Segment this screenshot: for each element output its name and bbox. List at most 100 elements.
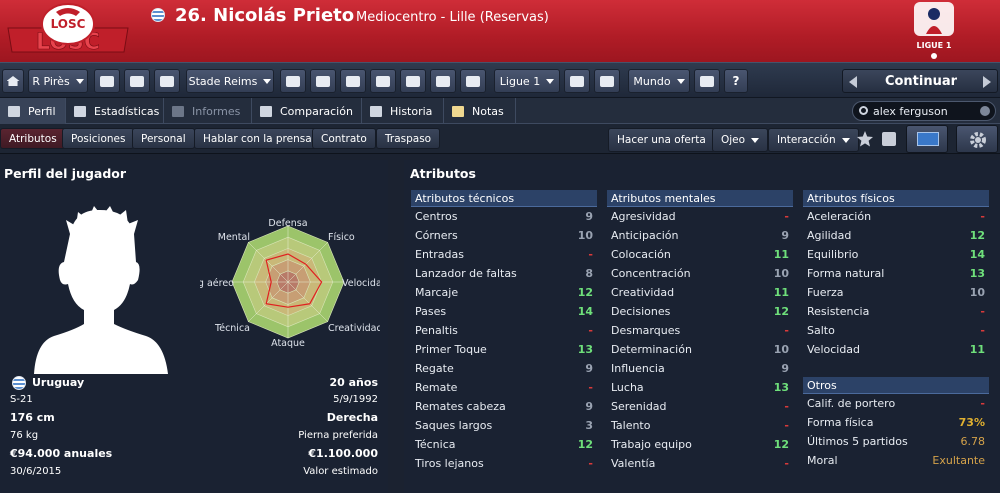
- technical-attribute-row[interactable]: Entradas -: [411, 245, 597, 264]
- technical-attribute-row[interactable]: Córners 10: [411, 226, 597, 245]
- tab-informes[interactable]: Informes: [164, 98, 252, 124]
- mental-attribute-row[interactable]: Desmarques -: [607, 321, 793, 340]
- physical-attribute-row[interactable]: Fuerza 10: [803, 283, 989, 302]
- subnav-contrato[interactable]: Contrato: [312, 128, 376, 149]
- technical-attribute-row[interactable]: Remate -: [411, 378, 597, 397]
- transfers-button[interactable]: [430, 69, 456, 93]
- attribute-label: Últimos 5 partidos: [807, 435, 908, 448]
- tab-notas[interactable]: Notas: [444, 98, 516, 124]
- technical-header: Atributos técnicos: [411, 190, 597, 207]
- physical-attribute-row[interactable]: Equilibrio 14: [803, 245, 989, 264]
- physical-attribute-row[interactable]: Aceleración -: [803, 207, 989, 226]
- squad-button[interactable]: [280, 69, 306, 93]
- scouting-button[interactable]: [400, 69, 426, 93]
- mental-attribute-row[interactable]: Colocación 11: [607, 245, 793, 264]
- league-dropdown[interactable]: Ligue 1: [494, 69, 560, 93]
- other-attribute-row[interactable]: Calif. de portero -: [803, 394, 989, 413]
- trophy-button[interactable]: [594, 69, 620, 93]
- subnav-atributos[interactable]: Atributos: [0, 128, 66, 149]
- tactics-button[interactable]: [310, 69, 336, 93]
- forward-arrow-icon[interactable]: [983, 76, 991, 88]
- attribute-label: Salto: [807, 324, 835, 337]
- back-arrow-icon[interactable]: [849, 76, 857, 88]
- tab-comparacion[interactable]: Comparación: [252, 98, 362, 124]
- shortlist-icon[interactable]: [882, 132, 896, 146]
- attribute-radar-chart: Defensa Físico Velocidad Creatividad Ata…: [200, 218, 380, 349]
- svg-text:LIGUE 1: LIGUE 1: [917, 41, 952, 50]
- other-attribute-row[interactable]: Forma física 73%: [803, 413, 989, 432]
- make-offer-button[interactable]: Hacer una oferta: [608, 128, 715, 152]
- physical-attribute-row[interactable]: Agilidad 12: [803, 226, 989, 245]
- interaction-dropdown[interactable]: Interacción: [768, 128, 859, 152]
- mental-attribute-row[interactable]: Talento -: [607, 416, 793, 435]
- attribute-label: Valentía: [611, 457, 656, 470]
- technical-attribute-row[interactable]: Saques largos 3: [411, 416, 597, 435]
- home-button[interactable]: [2, 69, 24, 93]
- mental-attribute-row[interactable]: Trabajo equipo 12: [607, 435, 793, 454]
- clipboard-icon: [160, 75, 174, 87]
- tab-historia[interactable]: Historia: [362, 98, 444, 124]
- staff-button[interactable]: [124, 69, 150, 93]
- settings-button[interactable]: [956, 125, 998, 153]
- mental-attribute-row[interactable]: Concentración 10: [607, 264, 793, 283]
- physical-attribute-row[interactable]: Salto -: [803, 321, 989, 340]
- mental-attribute-row[interactable]: Influencia 9: [607, 359, 793, 378]
- physical-attribute-row[interactable]: Velocidad 11: [803, 340, 989, 359]
- mental-attribute-row[interactable]: Creatividad 11: [607, 283, 793, 302]
- clear-search-icon[interactable]: [980, 106, 990, 116]
- subnav-prensa[interactable]: Hablar con la prensa: [194, 128, 321, 149]
- attribute-label: Córners: [415, 229, 458, 242]
- mental-attribute-row[interactable]: Agresividad -: [607, 207, 793, 226]
- subnav-posiciones[interactable]: Posiciones: [62, 128, 135, 149]
- view-toggle-button[interactable]: [906, 125, 948, 153]
- technical-attribute-row[interactable]: Pases 14: [411, 302, 597, 321]
- scout-dropdown[interactable]: Ojeo: [712, 128, 769, 152]
- other-attribute-row[interactable]: Últimos 5 partidos 6.78: [803, 432, 989, 451]
- star-icon[interactable]: [856, 130, 874, 148]
- attribute-value: 14: [969, 248, 985, 261]
- tab-perfil[interactable]: Perfil: [0, 98, 66, 124]
- finances-button[interactable]: [460, 69, 486, 93]
- club-dropdown[interactable]: Stade Reims: [186, 69, 274, 93]
- attribute-label: Primer Toque: [415, 343, 487, 356]
- technical-attribute-row[interactable]: Técnica 12: [411, 435, 597, 454]
- mental-attribute-row[interactable]: Serenidad -: [607, 397, 793, 416]
- squad-icon: [286, 75, 300, 87]
- physical-attribute-row[interactable]: Forma natural 13: [803, 264, 989, 283]
- table-button[interactable]: [564, 69, 590, 93]
- schedule-button[interactable]: [370, 69, 396, 93]
- help-button[interactable]: ?: [724, 69, 748, 93]
- technical-attribute-row[interactable]: Centros 9: [411, 207, 597, 226]
- tab-estadisticas[interactable]: Estadísticas: [66, 98, 164, 124]
- search-input[interactable]: [873, 105, 973, 118]
- mental-attribute-row[interactable]: Lucha 13: [607, 378, 793, 397]
- world-dropdown[interactable]: Mundo: [628, 69, 690, 93]
- game-options-button[interactable]: [694, 69, 720, 93]
- mental-attribute-row[interactable]: Anticipación 9: [607, 226, 793, 245]
- continue-button[interactable]: Continuar: [842, 69, 998, 93]
- technical-attribute-row[interactable]: Tiros lejanos -: [411, 454, 597, 473]
- technical-attribute-row[interactable]: Primer Toque 13: [411, 340, 597, 359]
- training-button[interactable]: [340, 69, 366, 93]
- mental-attribute-row[interactable]: Determinación 10: [607, 340, 793, 359]
- mental-attribute-row[interactable]: Decisiones 12: [607, 302, 793, 321]
- ligue1-logo: LIGUE 1: [914, 2, 954, 59]
- subnav-traspaso[interactable]: Traspaso: [376, 128, 441, 149]
- search-box[interactable]: [852, 101, 996, 121]
- technical-attribute-row[interactable]: Lanzador de faltas 8: [411, 264, 597, 283]
- attribute-value: Exultante: [932, 454, 985, 467]
- mental-attribute-row[interactable]: Valentía -: [607, 454, 793, 473]
- technical-attribute-row[interactable]: Regate 9: [411, 359, 597, 378]
- player-wage: €94.000 anuales: [10, 447, 113, 460]
- notes-button[interactable]: [154, 69, 180, 93]
- physical-attribute-row[interactable]: Resistencia -: [803, 302, 989, 321]
- inbox-button[interactable]: [94, 69, 120, 93]
- technical-attribute-row[interactable]: Remates cabeza 9: [411, 397, 597, 416]
- report-icon: [172, 105, 184, 117]
- technical-attribute-row[interactable]: Marcaje 12: [411, 283, 597, 302]
- other-attribute-row[interactable]: Moral Exultante: [803, 451, 989, 470]
- technical-attribute-row[interactable]: Penaltis -: [411, 321, 597, 340]
- subnav-personal[interactable]: Personal: [132, 128, 195, 149]
- attribute-value: 9: [585, 362, 593, 375]
- manager-dropdown[interactable]: R Pirès: [28, 69, 88, 93]
